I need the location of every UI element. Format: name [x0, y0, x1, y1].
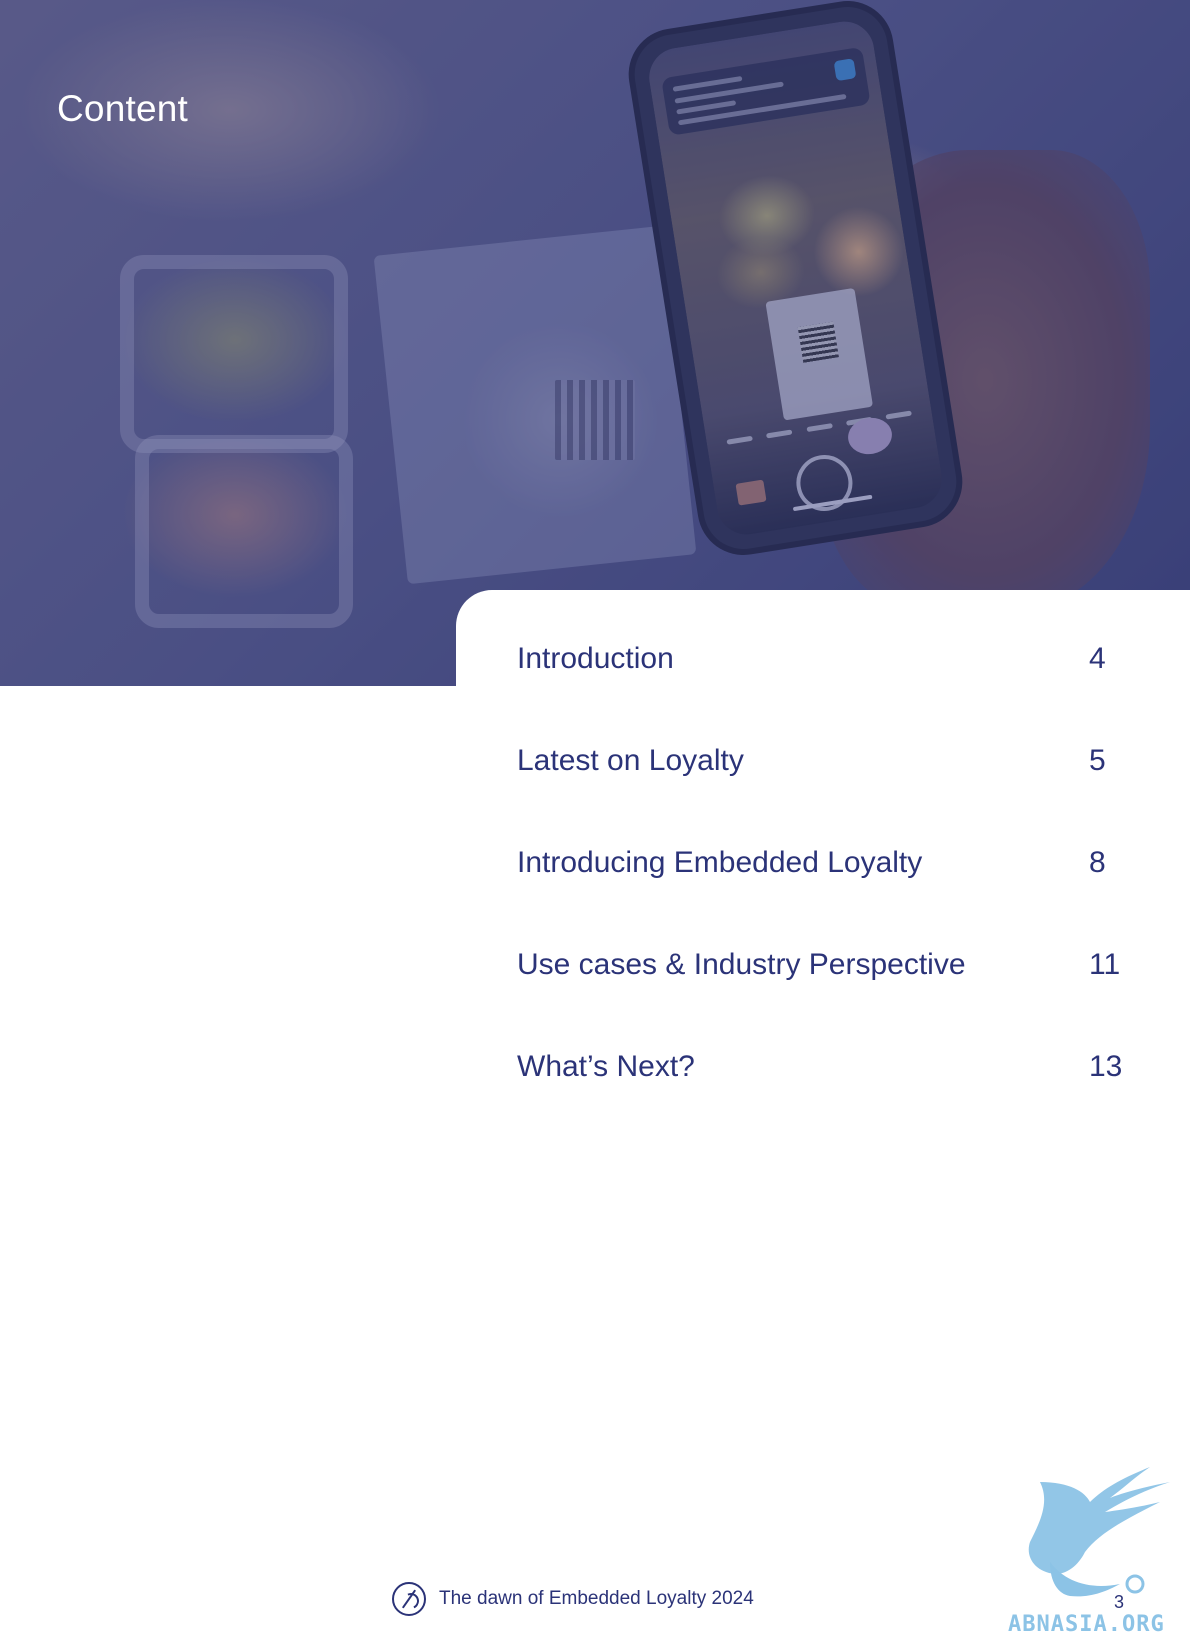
griffin-icon	[1028, 1467, 1170, 1597]
document-title: The dawn of Embedded Loyalty 2024	[439, 1588, 754, 1609]
toc-item-use-cases[interactable]: Use cases & Industry Perspective 11	[517, 948, 1129, 1050]
footer: The dawn of Embedded Loyalty 2024	[392, 1582, 754, 1616]
toc-item-page: 8	[1089, 846, 1106, 879]
toc-item-introducing-embedded-loyalty[interactable]: Introducing Embedded Loyalty 8	[517, 846, 1129, 948]
watermark: ABNASIA.ORG	[1008, 1462, 1185, 1637]
toc-item-title: Use cases & Industry Perspective	[517, 948, 966, 981]
toc-item-page: 4	[1089, 642, 1106, 675]
watermark-text: ABNASIA.ORG	[1008, 1612, 1165, 1637]
toc-item-page: 11	[1089, 948, 1121, 981]
loyalty-logo-icon	[392, 1582, 426, 1616]
toc-item-introduction[interactable]: Introduction 4	[517, 642, 1129, 744]
toc-item-title: Introducing Embedded Loyalty	[517, 846, 923, 879]
toc-item-title: Introduction	[517, 642, 674, 675]
toc-item-page: 13	[1089, 1050, 1123, 1083]
toc-item-title: What’s Next?	[517, 1050, 695, 1083]
toc-item-page: 5	[1089, 744, 1106, 777]
table-of-contents: Introduction 4 Latest on Loyalty 5 Intro…	[517, 642, 1129, 1152]
page-title: Content	[57, 88, 188, 129]
toc-item-whats-next[interactable]: What’s Next? 13	[517, 1050, 1129, 1152]
toc-item-title: Latest on Loyalty	[517, 744, 744, 777]
toc-item-latest-on-loyalty[interactable]: Latest on Loyalty 5	[517, 744, 1129, 846]
